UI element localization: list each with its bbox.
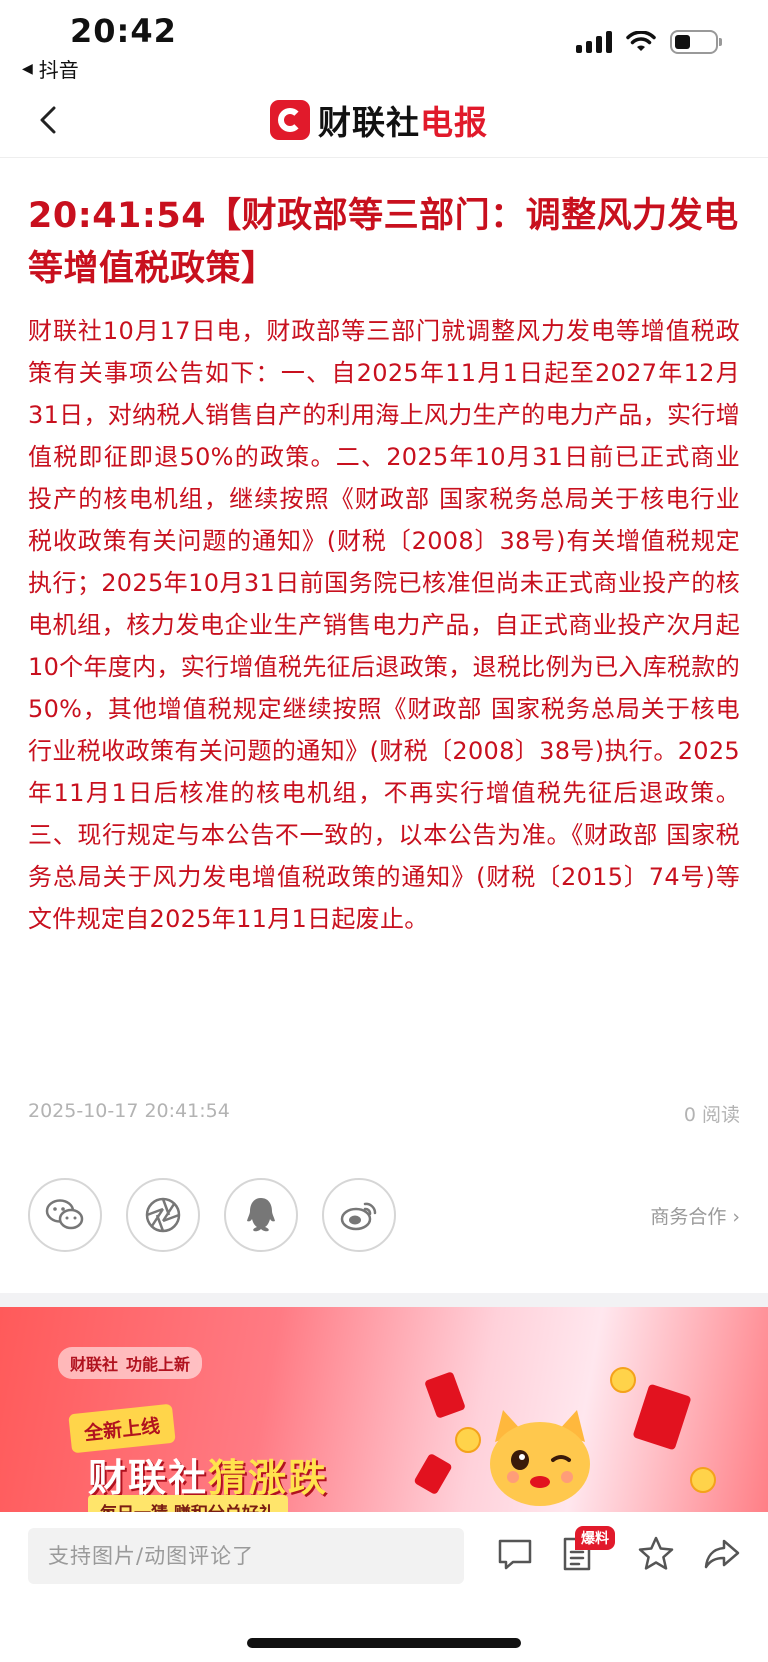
article: 20:41:54【财政部等三部门：调整风力发电等增值税政策】 财联社10月17日… (28, 190, 740, 940)
banner-title-prefix: 财联社 (88, 1456, 209, 1500)
promo-banner[interactable]: 财联社 功能上新 全新上线 财联社猜涨跌 每日一猜 赚积分兑好礼 (0, 1307, 768, 1512)
nav-header: 财联社电报 (0, 90, 768, 158)
banner-title: 财联社猜涨跌 (88, 1447, 328, 1502)
read-count: 0 阅读 (683, 1104, 740, 1126)
article-meta: 2025-10-17 20:41:54 0 阅读 (28, 1100, 740, 1127)
status-icons (576, 30, 722, 54)
favorite-star-icon[interactable] (636, 1534, 676, 1574)
logo-suffix: 电报 (420, 103, 488, 142)
back-app-label: 抖音 (38, 58, 79, 82)
qq-penguin-icon (247, 1198, 275, 1232)
mascot-cat-icon (490, 1410, 590, 1506)
logo-prefix: 财联社 (318, 103, 420, 142)
red-envelope-icon (413, 1452, 453, 1496)
back-triangle-icon: ◀ (22, 60, 33, 77)
logo-mark-icon (270, 100, 310, 140)
comment-icon[interactable] (495, 1534, 535, 1574)
hot-badge: 爆料 (575, 1526, 615, 1550)
gold-coin-icon (610, 1367, 636, 1393)
article-headline: 20:41:54【财政部等三部门：调整风力发电等增值税政策】 (28, 196, 739, 289)
comment-input[interactable]: 支持图片/动图评论了 (28, 1528, 464, 1584)
wechat-icon (45, 1199, 84, 1230)
back-to-app-link[interactable]: ◀ 抖音 (22, 54, 79, 83)
banner-tag: 财联社 功能上新 (58, 1347, 203, 1379)
red-envelope-icon (632, 1383, 692, 1451)
gold-coin-icon (455, 1427, 481, 1453)
share-wechat-button[interactable] (28, 1178, 102, 1252)
cellular-signal-icon (576, 31, 612, 53)
share-moments-button[interactable] (126, 1178, 200, 1252)
business-partner-link[interactable]: 商务合作 › (650, 1202, 740, 1229)
status-bar: 20:42 ◀ 抖音 (0, 0, 768, 90)
logo-text: 财联社电报 (318, 96, 488, 144)
weibo-icon (340, 1202, 377, 1231)
red-envelope-icon (424, 1371, 466, 1419)
back-chevron-icon[interactable] (30, 100, 70, 140)
moments-aperture-icon (145, 1197, 181, 1233)
home-indicator (247, 1638, 521, 1648)
bottom-action-bar: 支持图片/动图评论了 爆料 (0, 1512, 768, 1662)
section-divider (0, 1293, 768, 1307)
banner-new-label: 全新上线 (68, 1403, 176, 1454)
share-row: 商务合作 › (28, 1178, 740, 1252)
share-qq-button[interactable] (224, 1178, 298, 1252)
share-arrow-icon[interactable] (702, 1534, 742, 1574)
banner-tag-brand: 财联社 (70, 1355, 119, 1374)
wifi-icon (626, 31, 656, 51)
banner-title-highlight: 猜涨跌 (208, 1456, 329, 1500)
article-body: 财联社10月17日电，财政部等三部门就调整风力发电等增值税政策有关事项公告如下：… (28, 317, 740, 933)
gold-coin-icon (690, 1467, 716, 1493)
banner-subtitle: 每日一猜 赚积分兑好礼 (88, 1495, 288, 1512)
publish-timestamp: 2025-10-17 20:41:54 (28, 1100, 230, 1122)
app-logo: 财联社电报 (270, 96, 488, 144)
clock: 20:42 (70, 12, 177, 50)
banner-tag-text: 功能上新 (126, 1355, 191, 1374)
share-weibo-button[interactable] (322, 1178, 396, 1252)
battery-icon (670, 30, 722, 54)
